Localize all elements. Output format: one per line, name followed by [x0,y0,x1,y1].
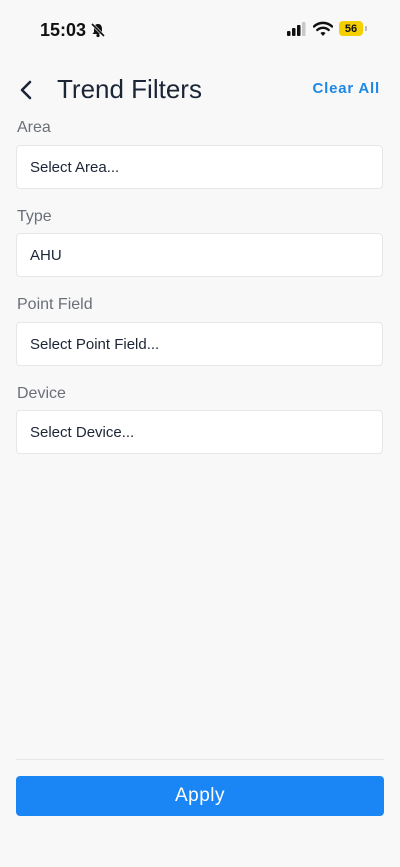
type-select-value: AHU [30,246,62,264]
battery-icon: 56 [339,21,363,36]
type-select[interactable]: AHU [16,233,383,277]
battery-tip [365,26,367,31]
type-label: Type [17,208,52,225]
bell-off-icon [90,22,106,38]
point-field-label: Point Field [17,296,93,313]
apply-button[interactable]: Apply [16,776,384,816]
point-field-select[interactable]: Select Point Field... [16,322,383,366]
clear-all-button[interactable]: Clear All [312,80,380,97]
chevron-left-icon [20,80,32,100]
status-time: 15:03 [40,20,87,40]
area-label: Area [17,119,51,136]
area-select[interactable]: Select Area... [16,145,383,189]
signal-icon [287,22,307,36]
device-select-value: Select Device... [30,423,135,441]
footer-divider [16,759,384,760]
device-label: Device [17,385,66,402]
back-button[interactable] [12,74,42,106]
wifi-icon [312,21,334,37]
status-bar: 15:03 56 [0,0,400,60]
header: Trend Filters Clear All [0,70,400,110]
area-select-value: Select Area... [30,158,120,176]
point-field-select-value: Select Point Field... [30,335,160,353]
page-title: Trend Filters [57,74,202,104]
device-select[interactable]: Select Device... [16,410,383,454]
